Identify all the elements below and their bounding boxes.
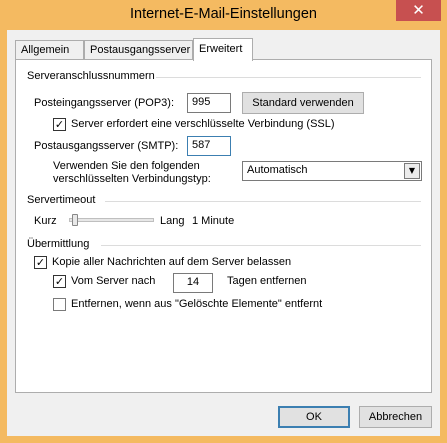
dialog-client-area: Allgemein Postausgangsserver Erweitert S… bbox=[7, 30, 440, 436]
tab-erweitert[interactable]: Erweitert bbox=[193, 38, 253, 61]
group-title-server-ports: Serveranschlussnummern bbox=[27, 70, 155, 82]
ok-label: OK bbox=[306, 411, 322, 423]
encryption-label-line1: Verwenden Sie den folgenden bbox=[53, 160, 200, 172]
group-title-delivery: Übermittlung bbox=[27, 238, 90, 250]
title-bar[interactable]: Internet-E-Mail-Einstellungen ✕ bbox=[0, 0, 447, 30]
remove-after-days-value: 14 bbox=[186, 276, 200, 288]
remove-after-suffix: Tagen entfernen bbox=[227, 275, 307, 287]
tab-label: Postausgangsserver bbox=[90, 44, 191, 56]
group-divider bbox=[101, 245, 421, 246]
encryption-label-line2: verschlüsselten Verbindungstyp: bbox=[53, 173, 211, 185]
dialog-window: Internet-E-Mail-Einstellungen ✕ Allgemei… bbox=[0, 0, 447, 443]
close-button[interactable]: ✕ bbox=[396, 0, 441, 21]
keep-copy-label: Kopie aller Nachrichten auf dem Server b… bbox=[52, 256, 292, 268]
timeout-long-label: Lang bbox=[160, 215, 185, 227]
outgoing-port-value: 587 bbox=[192, 139, 211, 151]
close-icon: ✕ bbox=[412, 1, 425, 19]
tab-allgemein[interactable]: Allgemein bbox=[15, 40, 84, 60]
timeout-value: 1 Minute bbox=[192, 215, 235, 227]
use-default-button[interactable]: Standard verwenden bbox=[242, 92, 364, 114]
group-title-timeout: Servertimeout bbox=[27, 194, 96, 206]
remove-deleted-checkbox[interactable] bbox=[53, 298, 66, 311]
use-default-label: Standard verwenden bbox=[252, 97, 354, 109]
outgoing-server-label: Postausgangsserver (SMTP): bbox=[34, 140, 179, 152]
tab-label: Erweitert bbox=[199, 43, 243, 55]
timeout-short-label: Kurz bbox=[34, 215, 57, 227]
cancel-button[interactable]: Abbrechen bbox=[359, 406, 432, 428]
chevron-down-icon: ▼ bbox=[408, 166, 416, 175]
window-title: Internet-E-Mail-Einstellungen bbox=[130, 6, 317, 22]
remove-deleted-label: Entfernen, wenn aus "Gelöschte Elemente"… bbox=[71, 298, 323, 310]
encryption-type-select[interactable]: Automatisch ▼ bbox=[242, 161, 422, 181]
remove-after-checkbox[interactable]: ✓ bbox=[53, 275, 66, 288]
group-divider bbox=[156, 77, 421, 78]
incoming-port-value: 995 bbox=[192, 96, 211, 108]
check-icon: ✓ bbox=[54, 275, 65, 288]
cancel-label: Abbrechen bbox=[368, 411, 423, 423]
incoming-port-input[interactable]: 995 bbox=[187, 93, 231, 113]
slider-thumb[interactable] bbox=[72, 214, 78, 226]
group-divider bbox=[105, 201, 421, 202]
ssl-checkbox-label: Server erfordert eine verschlüsselte Ver… bbox=[71, 118, 335, 130]
tab-panel-erweitert: Serveranschlussnummern Posteingangsserve… bbox=[15, 59, 432, 393]
keep-copy-checkbox[interactable]: ✓ bbox=[34, 256, 47, 269]
ok-button[interactable]: OK bbox=[278, 406, 350, 428]
check-icon: ✓ bbox=[35, 256, 46, 269]
tab-label: Allgemein bbox=[21, 44, 70, 56]
ssl-checkbox[interactable]: ✓ bbox=[53, 118, 66, 131]
outgoing-port-input[interactable]: 587 bbox=[187, 136, 231, 156]
slider-track bbox=[69, 218, 154, 222]
encryption-type-value: Automatisch bbox=[247, 164, 308, 176]
remove-after-label: Vom Server nach bbox=[71, 275, 156, 287]
timeout-slider[interactable] bbox=[69, 212, 154, 228]
dropdown-arrow-icon[interactable]: ▼ bbox=[404, 163, 420, 179]
remove-after-days-input[interactable]: 14 bbox=[173, 273, 213, 293]
tab-postausgangsserver[interactable]: Postausgangsserver bbox=[84, 40, 193, 60]
incoming-server-label: Posteingangsserver (POP3): bbox=[34, 97, 175, 109]
check-icon: ✓ bbox=[54, 118, 65, 131]
